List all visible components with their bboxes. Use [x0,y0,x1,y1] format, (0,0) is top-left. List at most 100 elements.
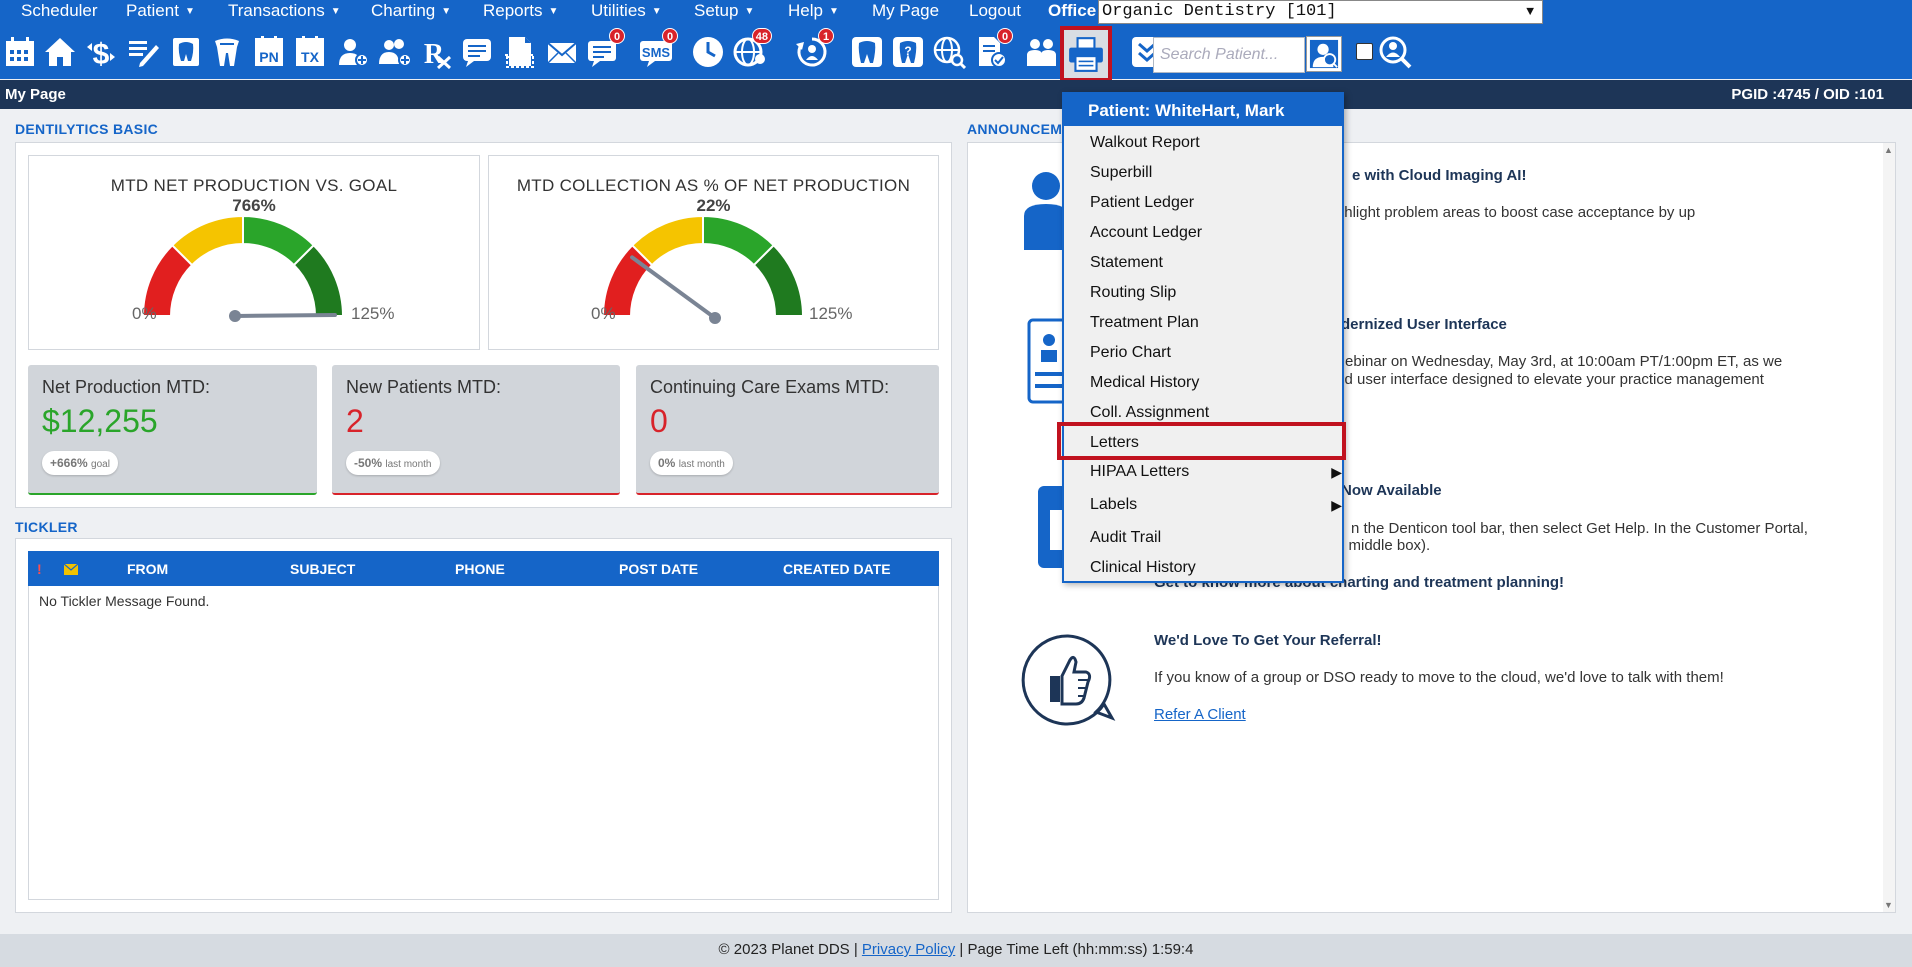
menu-setup[interactable]: Setup ▼ [694,0,754,24]
add-patient-icon[interactable] [333,32,373,72]
svg-text:PN: PN [259,49,278,65]
menu-utilities[interactable]: Utilities ▼ [591,0,662,24]
tickler-table-header: ! FROM SUBJECT PHONE POST DATE CREATED D… [28,551,939,586]
document-scan-icon[interactable] [500,32,540,72]
menu-item-audit-trail[interactable]: Audit Trail [1090,527,1320,549]
web-search-icon[interactable] [929,32,969,72]
stat-card-new-patients: New Patients MTD: 2 -50% last month [332,365,620,495]
web-patients-icon[interactable]: 48 [730,28,772,72]
scroll-up-icon[interactable]: ▲ [1884,145,1893,155]
printer-icon [1069,37,1103,72]
menu-item-statement[interactable]: Statement [1090,252,1320,274]
announcement-text: If you know of a group or DSO ready to m… [1154,669,1724,686]
mail-icon[interactable] [542,32,582,72]
announcement-title: e with Cloud Imaging AI! [1352,167,1527,184]
thumbs-up-icon [1020,632,1116,733]
home-icon[interactable] [40,32,80,72]
progress-notes-icon[interactable]: PN [249,32,289,72]
dollar-transactions-icon[interactable]: $ [81,32,121,72]
column-header-from[interactable]: FROM [127,561,168,577]
menu-item-walkout-report[interactable]: Walkout Report [1090,132,1320,154]
toolbar-checkbox[interactable] [1356,43,1373,60]
sms-badge: 0 [662,28,678,44]
envelope-icon [63,562,79,578]
footer-copyright: © 2023 Planet DDS | [718,941,862,958]
main-menu-bar: Scheduler Patient ▼ Transactions ▼ Chartin… [0,0,1912,24]
menu-item-treatment-plan[interactable]: Treatment Plan [1090,312,1320,334]
announcement-text: ted user interface designed to elevate y… [1332,371,1764,388]
announcement-title: We'd Love To Get Your Referral! [1154,632,1382,649]
edit-notes-icon[interactable] [123,32,163,72]
patient-search-button[interactable] [1306,36,1342,72]
priority-flag-icon: ! [37,561,42,577]
gauge-needle-hub [229,310,241,322]
announcement-title: Now Available [1341,482,1442,499]
gauge-collection [601,216,805,324]
tooth-icon[interactable] [207,32,247,72]
add-family-icon[interactable] [375,32,415,72]
stat-card-net-production: Net Production MTD: $12,255 +666% goal [28,365,317,495]
messages-icon[interactable]: 0 [583,28,625,72]
print-menu-button[interactable] [1060,26,1112,82]
menu-scheduler[interactable]: Scheduler [21,0,98,24]
help-tooth-icon[interactable]: ? [888,32,928,72]
group-search-icon[interactable] [1375,32,1415,72]
menu-item-coll-assignment[interactable]: Coll. Assignment [1090,402,1320,424]
menu-reports[interactable]: Reports ▼ [483,0,558,24]
menu-item-labels[interactable]: Labels ▶ [1090,494,1342,516]
menu-item-account-ledger[interactable]: Account Ledger [1090,222,1320,244]
gauge-needle [233,313,337,318]
refer-a-client-link[interactable]: Refer A Client [1154,706,1246,723]
dentilytics-section-title: DENTILYTICS BASIC [15,121,159,137]
chevron-down-icon: ▼ [184,6,195,17]
stat-label: Net Production MTD: [42,377,211,397]
announcement-text: n the Denticon tool bar, then select Get… [1351,520,1808,537]
menu-item-patient-ledger[interactable]: Patient Ledger [1090,192,1320,214]
tooth-chart-icon[interactable] [166,32,206,72]
privacy-policy-link[interactable]: Privacy Policy [862,941,955,958]
menu-item-medical-history[interactable]: Medical History [1090,372,1320,394]
menu-charting[interactable]: Charting ▼ [371,0,451,24]
tickler-section-title: TICKLER [15,519,78,535]
menu-item-perio-chart[interactable]: Perio Chart [1090,342,1320,364]
web-patients-badge: 48 [751,28,772,44]
menu-help[interactable]: Help ▼ [788,0,839,24]
office-select[interactable]: Organic Dentistry [101] ▼ [1098,0,1543,24]
menu-item-routing-slip[interactable]: Routing Slip [1090,282,1320,304]
column-header-post-date[interactable]: POST DATE [619,561,698,577]
footer: © 2023 Planet DDS | Privacy Policy | Pag… [0,934,1912,967]
column-header-subject[interactable]: SUBJECT [290,561,355,577]
menu-item-superbill[interactable]: Superbill [1090,162,1320,184]
menu-patient[interactable]: Patient ▼ [126,0,195,24]
sms-icon[interactable]: SMS 0 [636,28,678,72]
treatment-plan-icon[interactable]: TX [290,32,330,72]
notes-bubble-icon[interactable] [457,32,497,72]
toolbar: $ PN TX R 0 SMS 0 48 1 ? 0 [0,24,1912,79]
column-header-phone[interactable]: PHONE [455,561,505,577]
clock-icon[interactable] [688,32,728,72]
stat-label: New Patients MTD: [346,377,502,397]
user-search-icon [1309,39,1339,69]
prescription-icon[interactable]: R [416,32,456,72]
recall-icon[interactable]: 1 [792,28,834,72]
calendar-icon[interactable] [0,32,40,72]
gauge-needle [630,255,717,320]
menu-item-clinical-history[interactable]: Clinical History [1090,557,1320,579]
menu-logout[interactable]: Logout [969,0,1021,24]
column-header-created-date[interactable]: CREATED DATE [783,561,891,577]
chevron-down-icon: ▼ [548,6,559,17]
stat-label: Continuing Care Exams MTD: [650,377,890,397]
stat-comparison-pill: 0% last month [650,451,733,475]
family-members-icon[interactable] [1022,32,1062,72]
menu-transactions[interactable]: Transactions ▼ [228,0,341,24]
scroll-down-icon[interactable]: ▼ [1884,900,1893,910]
gauge-value: 22% [696,196,731,215]
chevron-down-icon: ▼ [441,6,452,17]
page-title: My Page [5,86,66,103]
forms-check-icon[interactable]: 0 [971,28,1013,72]
announcements-scrollbar[interactable]: ▲ ▼ [1883,143,1895,912]
perio-tooth-icon[interactable] [847,32,887,72]
menu-item-hipaa-letters[interactable]: HIPAA Letters ▶ [1090,461,1342,483]
search-patient-input[interactable] [1153,37,1305,73]
menu-my-page[interactable]: My Page [872,0,939,24]
